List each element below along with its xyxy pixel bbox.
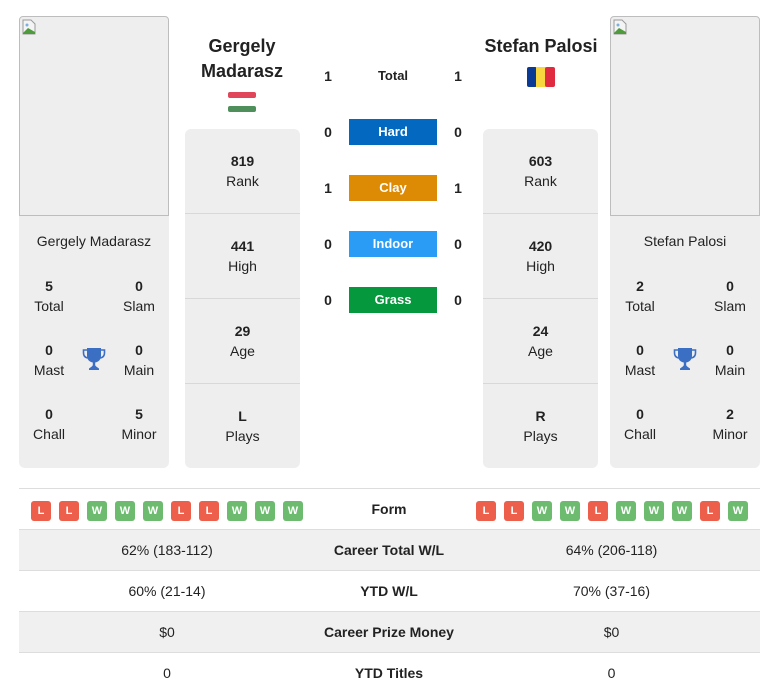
stats-row-ytd-titles: 0 YTD Titles 0 [19,652,760,693]
titles-slam: 0 Slam [123,278,155,314]
h2h-right-score: 1 [454,180,462,196]
form-win-badge[interactable]: W [87,501,107,521]
form-loss-badge[interactable]: L [59,501,79,521]
stats-label: Career Total W/L [333,542,445,558]
form-win-badge[interactable]: W [227,501,247,521]
form-loss-badge[interactable]: L [31,501,51,521]
stats-left-value: 60% (21-14) [128,583,206,599]
broken-image-icon [22,19,36,35]
titles-total: 2 Total [625,278,655,314]
player-left-header: Gergely Madarasz [182,34,302,117]
form-loss-badge[interactable]: L [504,501,524,521]
h2h-left-score: 0 [324,292,332,308]
player-left-titles-card: Gergely Madarasz 5 Total 0 Slam 0 Mast 0 Mai… [19,216,169,468]
h2h-left-score: 0 [324,124,332,140]
stats-label: Form [371,501,407,517]
player-left-info-card: 819 Rank 441 High 29 Age L Plays [185,129,300,468]
stats-table: LLWWWLLWWW Form LLWWLWWWLW 62% (183-112)… [19,488,760,693]
stats-left-value: 0 [163,665,171,681]
info-rank: 603 Rank [483,129,598,214]
info-plays: R Plays [523,408,558,444]
form-win-badge[interactable]: W [644,501,664,521]
info-age: 24 Age [483,299,598,384]
h2h-indoor-row: 0 Indoor 0 [310,230,475,258]
stats-right-value: 0 [607,665,616,681]
h2h-hard-row: 0 Hard 0 [310,118,475,146]
form-win-badge[interactable]: W [728,501,748,521]
stats-right-value: $0 [603,624,620,640]
info-high: 420 High [483,214,598,299]
stats-left-value: $0 [159,624,175,640]
stats-row-career-wl: 62% (183-112) Career Total W/L 64% (206-… [19,529,760,570]
info-age: 29 Age [185,299,300,384]
h2h-grass-row: 0 Grass 0 [310,286,475,314]
titles-slam: 0 Slam [714,278,746,314]
titles-total: 5 Total [34,278,64,314]
h2h-total-row: 1 Total 1 [310,62,475,90]
surface-clay-badge: Clay [349,175,437,201]
stats-label: YTD Titles [354,665,424,681]
stats-right-value: 70% (37-16) [572,583,651,599]
player-right-photo [610,16,760,216]
stats-label: Career Prize Money [324,624,454,640]
form-loss-badge[interactable]: L [171,501,191,521]
titles-main: 0 Main [714,342,746,378]
titles-chall: 0 Chall [33,406,65,442]
player-left-form: LLWWWLLWWW [31,501,303,521]
stats-row-form: LLWWWLLWWW Form LLWWLWWWLW [19,488,760,529]
h2h-right-score: 0 [454,236,462,252]
info-rank: 819 Rank [185,129,300,214]
titles-minor: 2 Minor [712,406,748,442]
broken-image-icon [613,19,627,35]
form-win-badge[interactable]: W [283,501,303,521]
player-right-info-card: 603 Rank 420 High 24 Age R Plays [483,129,598,468]
form-win-badge[interactable]: W [532,501,552,521]
h2h-left-score: 0 [324,236,332,252]
player-right-name: Stefan Palosi [643,233,727,249]
form-loss-badge[interactable]: L [700,501,720,521]
form-win-badge[interactable]: W [255,501,275,521]
h2h-right-score: 1 [454,68,462,84]
surface-hard-badge: Hard [349,119,437,145]
player-right-titles-card: Stefan Palosi 2 Total 0 Slam 0 Mast 0 Main 0… [610,216,760,468]
surface-indoor-badge: Indoor [349,231,437,257]
h2h-right-score: 0 [454,292,462,308]
titles-minor: 5 Minor [121,406,157,442]
h2h-right-score: 0 [454,124,462,140]
player-right-header: Stefan Palosi [481,34,601,92]
trophy-icon [673,348,697,370]
stats-label: YTD W/L [360,583,418,599]
titles-main: 0 Main [123,342,155,378]
h2h-left-score: 1 [324,68,332,84]
h2h-surface-label: Total [377,68,409,83]
player-left-header-name[interactable]: Gergely Madarasz [182,34,302,84]
form-win-badge[interactable]: W [115,501,135,521]
titles-mast: 0 Mast [624,342,656,378]
h2h-left-score: 1 [324,180,332,196]
form-win-badge[interactable]: W [143,501,163,521]
stats-row-prize-money: $0 Career Prize Money $0 [19,611,760,652]
form-loss-badge[interactable]: L [476,501,496,521]
titles-chall: 0 Chall [624,406,656,442]
titles-mast: 0 Mast [33,342,65,378]
romania-flag-icon [527,67,555,87]
player-left-photo [19,16,169,216]
player-left-name: Gergely Madarasz [36,233,152,249]
info-plays: L Plays [225,408,260,444]
form-loss-badge[interactable]: L [588,501,608,521]
hungary-flag-icon [228,92,256,112]
stats-row-ytd-wl: 60% (21-14) YTD W/L 70% (37-16) [19,570,760,611]
form-loss-badge[interactable]: L [199,501,219,521]
form-win-badge[interactable]: W [560,501,580,521]
trophy-icon [82,348,106,370]
info-high: 441 High [185,214,300,299]
player-right-form: LLWWLWWWLW [476,501,748,521]
h2h-clay-row: 1 Clay 1 [310,174,475,202]
form-win-badge[interactable]: W [672,501,692,521]
stats-left-value: 62% (183-112) [121,542,213,558]
stats-right-value: 64% (206-118) [565,542,658,558]
form-win-badge[interactable]: W [616,501,636,521]
surface-grass-badge: Grass [349,287,437,313]
player-right-header-name[interactable]: Stefan Palosi [481,34,601,59]
